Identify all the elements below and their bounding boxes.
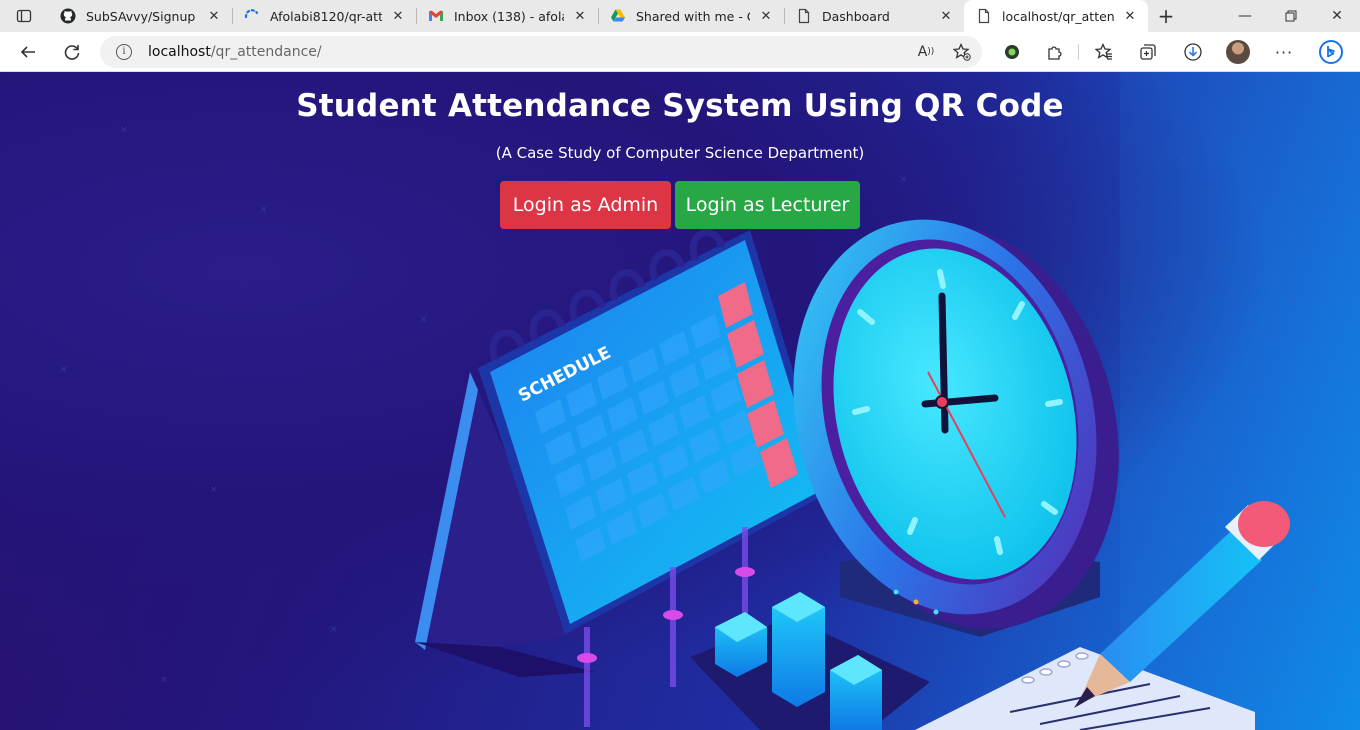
svg-text:×: × — [1240, 485, 1248, 495]
tab-title: Dashboard — [822, 8, 890, 24]
extensions-icon[interactable] — [1039, 36, 1071, 68]
svg-text:×: × — [900, 175, 908, 185]
gmail-icon — [428, 8, 444, 24]
close-tab-icon[interactable]: ✕ — [206, 9, 222, 24]
restore-icon[interactable] — [1268, 0, 1314, 32]
read-aloud-label: A — [917, 44, 928, 60]
clock-center — [935, 395, 949, 409]
url-host: localhost — [148, 44, 211, 60]
tab-google-drive[interactable]: Shared with me - Goo ✕ — [598, 0, 784, 32]
svg-text:×: × — [1310, 585, 1318, 595]
tab-localhost-qr-attendance[interactable]: localhost/qr_attendan ✕ — [964, 0, 1148, 32]
svg-text:×: × — [1290, 295, 1298, 305]
google-drive-icon — [610, 8, 626, 24]
clock-illustration — [793, 219, 1119, 637]
url-path: /qr_attendance/ — [210, 44, 322, 60]
refresh-icon[interactable] — [56, 36, 88, 68]
loading-spinner-icon — [244, 8, 260, 24]
clock-light — [893, 589, 899, 595]
page-icon — [796, 8, 812, 24]
extension-shield-icon[interactable] — [996, 36, 1028, 68]
login-admin-button[interactable]: Login as Admin — [500, 181, 671, 229]
bar-cubes-illustration — [690, 592, 930, 730]
hero-illustration: ××× ××× ××× ××× SCHEDULE — [60, 72, 1360, 730]
minimize-icon[interactable]: — — [1222, 0, 1268, 32]
bing-icon[interactable] — [1315, 36, 1347, 68]
close-tab-icon[interactable]: ✕ — [572, 9, 588, 24]
svg-text:×: × — [120, 125, 128, 135]
favorite-add-icon[interactable] — [946, 36, 978, 68]
close-tab-icon[interactable]: ✕ — [758, 9, 774, 24]
url-text[interactable]: localhost/qr_attendance/ — [148, 36, 322, 68]
tab-github-signup[interactable]: SubSAvvy/Signup at D ✕ — [48, 0, 232, 32]
svg-text:×: × — [160, 675, 168, 685]
address-bar[interactable]: i localhost/qr_attendance/ A)) — [100, 36, 982, 68]
svg-text:×: × — [60, 365, 68, 375]
github-icon — [60, 8, 76, 24]
clock-light — [913, 599, 919, 605]
new-tab-icon[interactable]: + — [1148, 0, 1184, 32]
site-info-icon[interactable]: i — [116, 44, 132, 60]
downloads-icon[interactable] — [1177, 36, 1209, 68]
back-icon[interactable] — [12, 36, 44, 68]
tab-actions-icon[interactable] — [0, 0, 48, 32]
page-subtitle: (A Case Study of Computer Science Depart… — [495, 144, 865, 162]
tab-gmail-inbox[interactable]: Inbox (138) - afolabi8 ✕ — [416, 0, 598, 32]
tab-dashboard[interactable]: Dashboard ✕ — [784, 0, 964, 32]
calendar-base — [415, 642, 595, 677]
login-lecturer-button[interactable]: Login as Lecturer — [675, 181, 860, 229]
svg-text:×: × — [420, 315, 428, 325]
tab-title: SubSAvvy/Signup at D — [86, 8, 198, 24]
tab-qr-attendance-repo[interactable]: Afolabi8120/qr-attend ✕ — [232, 0, 416, 32]
page-title: Student Attendance System Using QR Code — [296, 88, 1064, 124]
clock-light — [933, 609, 939, 615]
svg-text:×: × — [260, 205, 268, 215]
tab-title: Shared with me - Goo — [636, 8, 750, 24]
pencil-eraser — [1238, 501, 1290, 547]
close-tab-icon[interactable]: ✕ — [1122, 9, 1138, 24]
read-aloud-icon[interactable]: A)) — [910, 36, 942, 68]
more-icon[interactable]: ··· — [1268, 36, 1300, 68]
tab-strip: SubSAvvy/Signup at D ✕ Afolabi8120/qr-at… — [0, 0, 1360, 32]
page-icon — [976, 8, 992, 24]
close-tab-icon[interactable]: ✕ — [390, 9, 406, 24]
profile-avatar[interactable] — [1226, 40, 1250, 64]
tab-title: Inbox (138) - afolabi8 — [454, 8, 564, 24]
page-viewport: × × × × × × × × × × × × SCHEDULE Student… — [0, 72, 1360, 730]
favorites-icon[interactable] — [1088, 36, 1120, 68]
tab-title: localhost/qr_attendan — [1002, 8, 1114, 24]
tab-title: Afolabi8120/qr-attend — [270, 8, 382, 24]
clock-hour-hand — [938, 292, 949, 434]
close-tab-icon[interactable]: ✕ — [938, 9, 954, 24]
browser-toolbar: i localhost/qr_attendance/ A)) ··· — [0, 32, 1360, 72]
toolbar-divider — [1078, 44, 1079, 60]
collections-icon[interactable] — [1132, 36, 1164, 68]
svg-text:×: × — [210, 485, 218, 495]
close-window-icon[interactable]: ✕ — [1314, 0, 1360, 32]
svg-text:×: × — [330, 625, 338, 635]
